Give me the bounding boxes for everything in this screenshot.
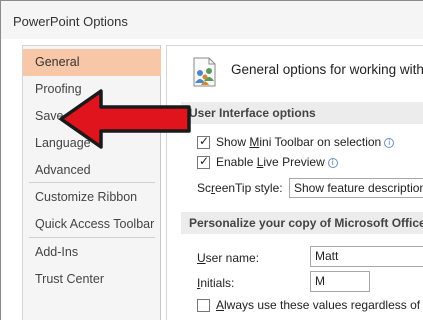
section-header-ui-options: User Interface options <box>181 102 423 124</box>
username-label: User name: <box>197 251 260 265</box>
sidebar-item-add-ins[interactable]: Add-Ins <box>23 239 161 266</box>
sidebar-item-general[interactable]: General <box>23 49 161 76</box>
sidebar-item-quick-access-toolbar[interactable]: Quick Access Toolbar <box>23 211 161 238</box>
screentip-style-label: ScreenTip style: <box>197 181 283 195</box>
username-field[interactable]: Matt <box>310 246 423 267</box>
live-preview-checkbox[interactable] <box>197 154 210 170</box>
sidebar-item-trust-center[interactable]: Trust Center <box>23 266 161 293</box>
options-content: General options for working with User In… <box>166 45 423 320</box>
sidebar-item-customize-ribbon[interactable]: Customize Ribbon <box>23 184 161 211</box>
info-icon: i <box>327 157 338 168</box>
sidebar-divider <box>29 237 155 238</box>
general-options-icon <box>193 57 216 87</box>
always-use-values-checkbox[interactable] <box>197 299 210 313</box>
window-title: PowerPoint Options <box>13 14 128 29</box>
page-title: General options for working with <box>231 62 423 77</box>
initials-label: Initials: <box>197 276 235 290</box>
annotation-arrow <box>59 89 191 149</box>
sidebar-item-advanced[interactable]: Advanced <box>23 157 161 184</box>
screentip-style-dropdown[interactable]: Show feature descriptions <box>289 178 423 198</box>
section-header-personalize: Personalize your copy of Microsoft Offic… <box>181 212 423 234</box>
live-preview-option[interactable]: Enable Live Previewi <box>197 154 338 173</box>
title-bar: PowerPoint Options <box>1 1 423 39</box>
sidebar-divider <box>29 182 155 183</box>
mini-toolbar-option[interactable]: Show Mini Toolbar on selectioni <box>197 134 395 153</box>
mini-toolbar-checkbox[interactable] <box>197 134 210 150</box>
initials-field[interactable]: M <box>310 271 370 292</box>
info-icon: i <box>384 137 395 148</box>
always-use-values-option[interactable]: Always use these values regardless of si… <box>197 298 423 316</box>
powerpoint-options-window: PowerPoint Options General Proofing Save… <box>0 0 423 320</box>
